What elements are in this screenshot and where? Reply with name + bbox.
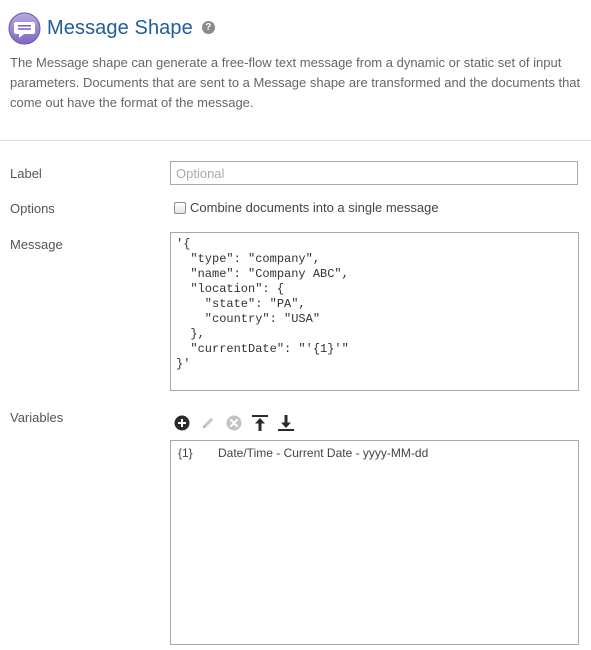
label-input[interactable] bbox=[170, 161, 578, 185]
message-textarea[interactable]: '{ "type": "company", "name": "Company A… bbox=[170, 232, 579, 391]
variables-toolbar bbox=[174, 413, 304, 433]
variables-list[interactable]: {1} Date/Time - Current Date - yyyy-MM-d… bbox=[170, 440, 579, 645]
combine-documents-option[interactable]: Combine documents into a single message bbox=[174, 200, 439, 215]
combine-documents-label: Combine documents into a single message bbox=[190, 200, 439, 215]
list-item[interactable]: {1} Date/Time - Current Date - yyyy-MM-d… bbox=[178, 446, 428, 460]
shape-header: Message Shape ? bbox=[8, 10, 215, 46]
edit-icon[interactable] bbox=[200, 415, 216, 431]
combine-documents-checkbox[interactable] bbox=[174, 201, 186, 214]
message-shape-icon bbox=[8, 12, 41, 45]
options-label: Options bbox=[10, 201, 55, 216]
help-icon[interactable]: ? bbox=[201, 20, 215, 34]
remove-icon[interactable] bbox=[226, 415, 242, 431]
add-icon[interactable] bbox=[174, 415, 190, 431]
shape-description: The Message shape can generate a free-fl… bbox=[10, 55, 581, 110]
message-label: Message bbox=[10, 237, 63, 252]
move-down-icon[interactable] bbox=[278, 415, 294, 431]
variable-key: {1} bbox=[178, 446, 193, 460]
label-field-label: Label bbox=[10, 166, 42, 181]
page-title: Message Shape bbox=[47, 16, 193, 39]
header-divider bbox=[0, 140, 591, 141]
move-up-icon[interactable] bbox=[252, 415, 268, 431]
variables-label: Variables bbox=[10, 410, 64, 425]
variable-value: Date/Time - Current Date - yyyy-MM-dd bbox=[218, 446, 429, 460]
